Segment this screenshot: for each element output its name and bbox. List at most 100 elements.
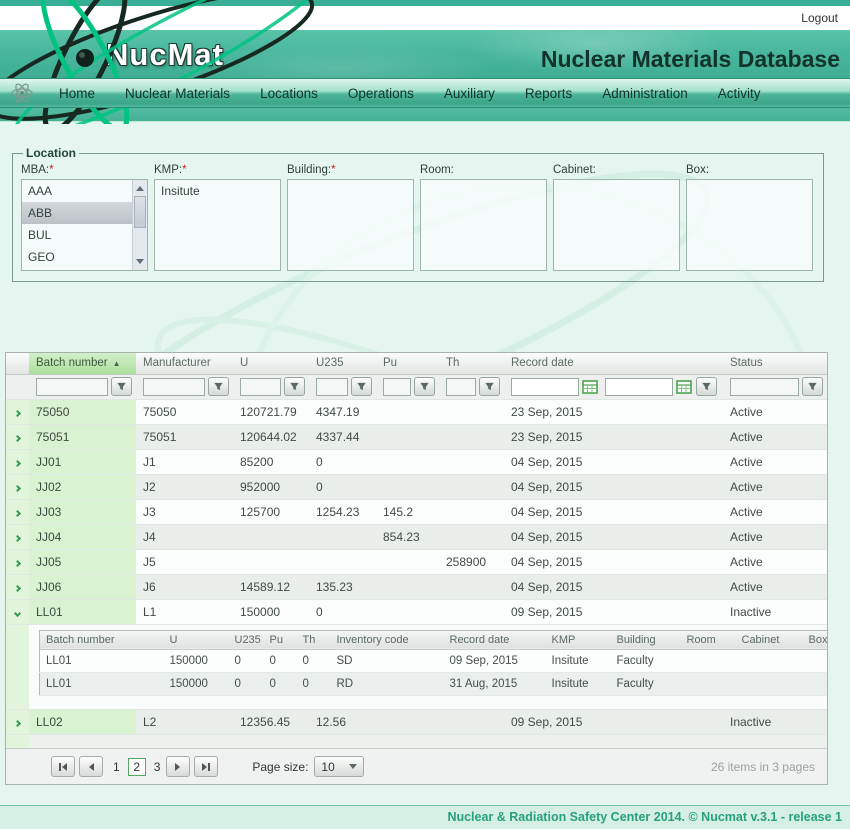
cabinet-listbox[interactable] bbox=[553, 179, 680, 271]
table-row: 75051 75051 120644.02 4337.44 23 Sep, 20… bbox=[6, 424, 827, 449]
expand-icon[interactable] bbox=[14, 459, 21, 466]
detail-column-th: Th bbox=[297, 630, 331, 649]
scroll-up-icon[interactable] bbox=[133, 182, 147, 195]
location-field-box: Box: bbox=[686, 164, 813, 271]
list-item[interactable]: AAA bbox=[22, 180, 132, 202]
expand-cell[interactable] bbox=[6, 499, 29, 524]
column-header-u[interactable]: U bbox=[233, 353, 309, 374]
page-number-3[interactable]: 3 bbox=[154, 760, 161, 774]
cell-pu bbox=[376, 709, 439, 734]
list-item[interactable]: Insitute bbox=[155, 180, 280, 202]
nav-item-reports[interactable]: Reports bbox=[510, 86, 587, 101]
pu-filter-button[interactable] bbox=[414, 377, 435, 396]
mba-listbox[interactable]: AAA ABB BUL GEO KAZ bbox=[21, 179, 148, 271]
u235-filter-button[interactable] bbox=[351, 377, 372, 396]
app-header: NucMat Nuclear Materials Database bbox=[0, 30, 850, 78]
box-listbox[interactable] bbox=[686, 179, 813, 271]
expand-icon[interactable] bbox=[14, 534, 21, 541]
kmp-listbox[interactable]: Insitute bbox=[154, 179, 281, 271]
cell-pu bbox=[376, 399, 439, 424]
nav-item-auxiliary[interactable]: Auxiliary bbox=[429, 86, 510, 101]
nav-item-administration[interactable]: Administration bbox=[587, 86, 703, 101]
scroll-thumb[interactable] bbox=[134, 196, 146, 228]
building-label: Building:* bbox=[287, 164, 414, 176]
u-filter-button[interactable] bbox=[284, 377, 305, 396]
expand-cell[interactable] bbox=[6, 399, 29, 424]
mba-scrollbar[interactable] bbox=[132, 180, 147, 270]
expand-icon[interactable] bbox=[14, 559, 21, 566]
kmp-label: KMP:* bbox=[154, 164, 281, 176]
cell-record-date: 23 Sep, 2015 bbox=[504, 399, 723, 424]
expand-cell[interactable] bbox=[6, 424, 29, 449]
record-date-from-input[interactable] bbox=[511, 378, 579, 396]
column-header-status[interactable]: Status bbox=[723, 353, 827, 374]
column-header-u235[interactable]: U235 bbox=[309, 353, 376, 374]
scroll-down-icon[interactable] bbox=[133, 255, 147, 268]
expand-icon[interactable] bbox=[14, 584, 21, 591]
nav-item-operations[interactable]: Operations bbox=[333, 86, 429, 101]
u-filter-input[interactable] bbox=[240, 378, 281, 396]
expand-icon[interactable] bbox=[14, 484, 21, 491]
column-header-th[interactable]: Th bbox=[439, 353, 504, 374]
pu-filter-input[interactable] bbox=[383, 378, 411, 396]
record-date-filter-button[interactable] bbox=[696, 377, 717, 396]
batch-filter-button[interactable] bbox=[111, 377, 132, 396]
expand-cell[interactable] bbox=[6, 449, 29, 474]
batch-filter-input[interactable] bbox=[36, 378, 108, 396]
cell-u235: 4347.19 bbox=[309, 399, 376, 424]
cell-th bbox=[439, 499, 504, 524]
record-date-from-calendar-button[interactable] bbox=[582, 379, 599, 395]
list-item-selected[interactable]: ABB bbox=[22, 202, 132, 224]
th-filter-input[interactable] bbox=[446, 378, 476, 396]
record-date-to-calendar-button[interactable] bbox=[676, 379, 693, 395]
record-date-to-input[interactable] bbox=[605, 378, 673, 396]
room-listbox[interactable] bbox=[420, 179, 547, 271]
expand-cell[interactable] bbox=[6, 549, 29, 574]
grid-header-row: Batch number▲ Manufacturer U U235 Pu Th … bbox=[6, 353, 827, 374]
cell-u235: 0 bbox=[309, 474, 376, 499]
nav-item-locations[interactable]: Locations bbox=[245, 86, 333, 101]
nav-item-nuclear-materials[interactable]: Nuclear Materials bbox=[110, 86, 245, 101]
expand-icon[interactable] bbox=[14, 409, 21, 416]
th-filter-button[interactable] bbox=[479, 377, 500, 396]
list-item[interactable]: KAZ bbox=[22, 268, 132, 271]
cell-status: Inactive bbox=[723, 599, 827, 624]
cell-u: 150000 bbox=[233, 599, 309, 624]
column-header-manufacturer[interactable]: Manufacturer bbox=[136, 353, 233, 374]
spacer-row bbox=[6, 734, 827, 748]
expand-cell[interactable] bbox=[6, 524, 29, 549]
expand-icon[interactable] bbox=[14, 719, 21, 726]
page-size-dropdown[interactable]: 10 bbox=[314, 756, 364, 777]
expand-cell[interactable] bbox=[6, 574, 29, 599]
collapse-cell[interactable] bbox=[6, 599, 29, 624]
expand-icon[interactable] bbox=[14, 509, 21, 516]
manufacturer-filter-button[interactable] bbox=[208, 377, 229, 396]
next-page-button[interactable] bbox=[166, 756, 190, 777]
column-header-record-date[interactable]: Record date bbox=[504, 353, 723, 374]
list-item[interactable]: GEO bbox=[22, 246, 132, 268]
collapse-icon[interactable] bbox=[14, 609, 21, 616]
detail-row: Batch number U U235 Pu Th Inventory code… bbox=[6, 624, 827, 709]
last-page-button[interactable] bbox=[194, 756, 218, 777]
manufacturer-filter-input[interactable] bbox=[143, 378, 205, 396]
funnel-icon bbox=[213, 381, 224, 392]
previous-page-button[interactable] bbox=[79, 756, 103, 777]
cell-pu: 145.2 bbox=[376, 499, 439, 524]
expand-icon[interactable] bbox=[14, 434, 21, 441]
nav-item-home[interactable]: Home bbox=[44, 86, 110, 101]
u235-filter-input[interactable] bbox=[316, 378, 348, 396]
nav-item-activity[interactable]: Activity bbox=[703, 86, 776, 101]
list-item[interactable]: BUL bbox=[22, 224, 132, 246]
nav-atom-icon bbox=[10, 81, 34, 105]
page-number-1[interactable]: 1 bbox=[113, 760, 120, 774]
expand-cell[interactable] bbox=[6, 474, 29, 499]
expand-cell[interactable] bbox=[6, 709, 29, 734]
status-filter-button[interactable] bbox=[802, 377, 823, 396]
first-page-button[interactable] bbox=[51, 756, 75, 777]
column-header-pu[interactable]: Pu bbox=[376, 353, 439, 374]
building-listbox[interactable] bbox=[287, 179, 414, 271]
status-filter-input[interactable] bbox=[730, 378, 799, 396]
column-header-batch-number[interactable]: Batch number▲ bbox=[29, 353, 136, 374]
page-number-2-current[interactable]: 2 bbox=[128, 758, 146, 776]
logout-link[interactable]: Logout bbox=[801, 11, 838, 25]
